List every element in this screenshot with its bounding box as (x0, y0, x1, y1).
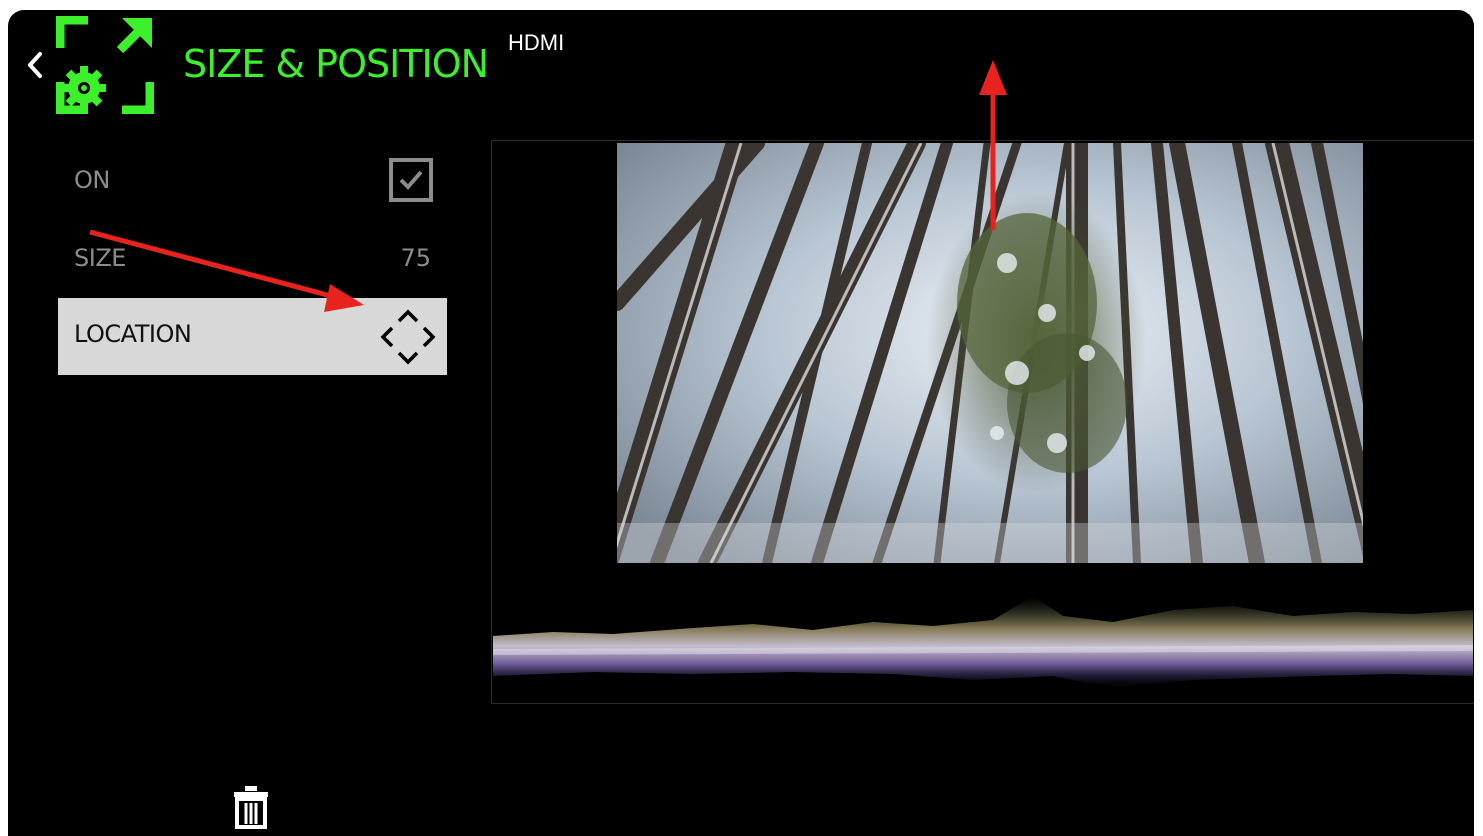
menu-item-on[interactable]: ON (58, 144, 447, 221)
size-value: 75 (400, 244, 431, 272)
chevron-left-icon (28, 52, 42, 78)
trash-icon (234, 786, 268, 829)
move-icon (379, 308, 437, 366)
size-position-gear-icon (55, 15, 155, 115)
snowy-forest-image[interactable] (596, 131, 1389, 575)
menu-item-location[interactable]: LOCATION (58, 298, 447, 375)
menu-item-size[interactable]: SIZE 75 (58, 222, 447, 299)
delete-button[interactable] (232, 784, 270, 830)
on-checkbox[interactable] (389, 158, 433, 202)
monitor-screen: SIZE & POSITION HDMI ON SIZE 75 LOCATION (8, 10, 1474, 836)
source-label: HDMI (508, 30, 565, 55)
waveform-monitor (492, 576, 1474, 694)
menu-item-label: LOCATION (74, 320, 192, 348)
page-title: SIZE & POSITION (183, 42, 489, 86)
back-button[interactable] (24, 48, 46, 82)
checkmark-icon (389, 158, 433, 202)
menu-item-label: ON (74, 166, 110, 194)
menu-item-label: SIZE (74, 244, 126, 272)
